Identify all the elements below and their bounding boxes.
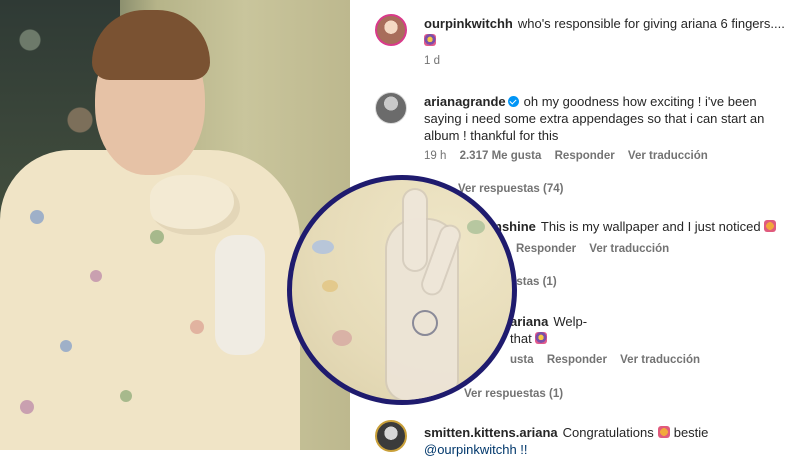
floral-detail <box>332 330 352 346</box>
avatar[interactable] <box>375 14 407 46</box>
emoji-icon <box>763 220 776 232</box>
comment-text: arianagrande oh my goodness how exciting … <box>424 93 794 144</box>
view-replies-button[interactable]: estas (1) <box>510 276 557 288</box>
comment-text: smitten.kittens.ariana Congratulations bes… <box>424 424 794 458</box>
comment-username[interactable]: ariana <box>510 314 548 329</box>
comment-body: who's responsible for giving ariana 6 fi… <box>517 16 785 31</box>
comment-text: nshine This is my wallpaper and I just no… <box>494 218 794 235</box>
avatar[interactable] <box>375 92 407 124</box>
view-replies-button[interactable]: Ver respuestas (1) <box>464 388 563 400</box>
comment-username[interactable]: ourpinkwitchh <box>424 16 513 31</box>
comment-text: ariana Welp- that <box>510 313 790 347</box>
verified-badge-icon <box>507 96 519 107</box>
hand-tattoo <box>412 310 438 336</box>
emoji-icon <box>424 34 436 46</box>
reply-button[interactable]: Responder <box>516 243 576 255</box>
reply-button[interactable]: Responder <box>555 150 615 162</box>
comment-meta: usta Responder Ver traducción <box>510 354 710 366</box>
comment-time: 19 h <box>424 150 447 162</box>
floral-detail <box>312 240 334 254</box>
view-replies-label: Ver respuestas (74) <box>458 183 564 195</box>
reply-button[interactable]: Responder <box>547 354 607 366</box>
comment-time: 1 d <box>424 55 440 67</box>
comment-meta: 1 d <box>424 55 450 67</box>
emoji-icon <box>534 332 547 344</box>
translate-button[interactable]: Ver traducción <box>589 243 669 255</box>
comment-username[interactable]: smitten.kittens.ariana <box>424 425 558 440</box>
comment-username[interactable]: arianagrande <box>424 94 506 109</box>
post-photo[interactable] <box>0 0 350 450</box>
translate-button[interactable]: Ver traducción <box>620 354 700 366</box>
comment-body: Congratulations <box>562 425 654 440</box>
comment-text: ourpinkwitchh who's responsible for givin… <box>424 15 794 49</box>
gloved-hand <box>215 235 265 355</box>
comment-likes[interactable]: usta <box>510 354 534 366</box>
floral-detail <box>467 220 485 234</box>
emoji-icon <box>657 426 670 438</box>
avatar[interactable] <box>375 420 407 452</box>
floral-detail <box>322 280 338 292</box>
comment-body-line2: that <box>510 331 532 346</box>
comment-body-after-emoji: bestie <box>673 425 709 440</box>
comment-body: Welp- <box>553 314 588 329</box>
comment-meta: 19 h 2.317 Me gusta Responder Ver traduc… <box>424 150 718 162</box>
comment-meta: Responder Ver traducción <box>516 243 679 255</box>
raised-finger <box>404 190 426 270</box>
comment-likes[interactable]: 2.317 Me gusta <box>460 150 542 162</box>
view-replies-label: Ver respuestas (1) <box>464 388 564 400</box>
comment-body: This is my wallpaper and I just noticed <box>540 219 761 234</box>
view-replies-label: estas (1) <box>510 276 557 288</box>
zoom-magnifier-circle <box>287 175 517 405</box>
translate-button[interactable]: Ver traducción <box>628 150 708 162</box>
